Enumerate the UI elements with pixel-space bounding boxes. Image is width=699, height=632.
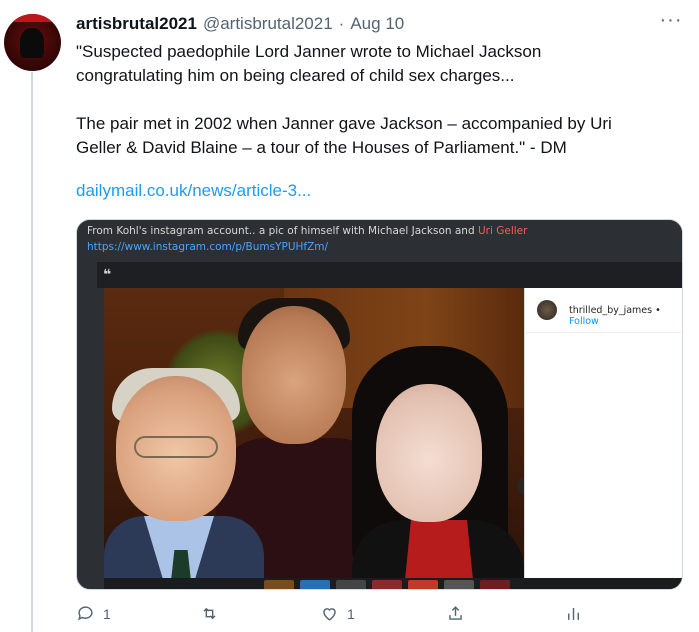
tweet-text-line: Geller & David Blaine – a tour of the Ho… bbox=[76, 138, 567, 157]
avatar-silhouette bbox=[20, 28, 44, 58]
instagram-header: thrilled_by_james • Follow bbox=[525, 288, 682, 333]
instagram-user: thrilled_by_james • Follow bbox=[569, 305, 682, 327]
thumbnail bbox=[480, 580, 510, 589]
thumbnail bbox=[408, 580, 438, 589]
group-photo: › bbox=[104, 288, 524, 578]
thumbnail-strip bbox=[104, 578, 682, 589]
like-count: 1 bbox=[347, 605, 355, 622]
instagram-follow: Follow bbox=[569, 316, 599, 327]
more-options-icon[interactable]: ··· bbox=[659, 10, 683, 34]
instagram-side-panel: thrilled_by_james • Follow bbox=[524, 288, 682, 578]
next-arrow-icon[interactable]: › bbox=[517, 477, 524, 495]
share-button[interactable] bbox=[446, 604, 465, 623]
tweet-text-line: congratulating him on being cleared of c… bbox=[76, 66, 515, 85]
author-avatar[interactable] bbox=[4, 14, 61, 71]
share-icon bbox=[449, 606, 462, 620]
caption-prefix: From Kohl's instagram account.. a pic of… bbox=[87, 225, 478, 237]
thumbnail bbox=[264, 580, 294, 589]
caption-highlight: Uri Geller bbox=[477, 225, 528, 237]
person-middle-head bbox=[242, 306, 346, 444]
thread-line bbox=[31, 72, 33, 632]
instagram-separator: • bbox=[652, 305, 661, 316]
tweet-date[interactable]: Aug 10 bbox=[350, 14, 404, 34]
quote-strip: ❝ bbox=[97, 262, 682, 288]
instagram-avatar bbox=[537, 300, 557, 320]
article-link[interactable]: dailymail.co.uk/news/article-3... bbox=[76, 181, 311, 201]
reply-count: 1 bbox=[103, 605, 111, 622]
reply-button[interactable]: 1 bbox=[76, 604, 111, 623]
thumbnail bbox=[300, 580, 330, 589]
caption-text: From Kohl's instagram account.. a pic of… bbox=[87, 225, 527, 237]
author-name[interactable]: artisbrutal2021 bbox=[76, 14, 197, 34]
person-right-shirt bbox=[404, 520, 474, 578]
instagram-username: thrilled_by_james bbox=[569, 305, 653, 316]
tweet-actions: 1 1 bbox=[76, 604, 596, 624]
reply-icon bbox=[78, 606, 93, 621]
tweet-media-image[interactable]: From Kohl's instagram account.. a pic of… bbox=[76, 219, 683, 590]
tweet-text-spacer bbox=[76, 88, 676, 112]
person-left-glasses bbox=[134, 436, 218, 458]
tweet-text-line: The pair met in 2002 when Janner gave Ja… bbox=[76, 114, 612, 133]
heart-icon bbox=[323, 608, 336, 621]
thumbnail bbox=[444, 580, 474, 589]
caption-url: https://www.instagram.com/p/BumsYPUHfZm/ bbox=[87, 241, 329, 253]
analytics-button[interactable] bbox=[564, 604, 583, 623]
tweet-text: "Suspected paedophile Lord Janner wrote … bbox=[76, 40, 676, 160]
retweet-button[interactable] bbox=[200, 604, 227, 623]
quote-icon: ❝ bbox=[103, 266, 112, 282]
retweet-icon bbox=[203, 607, 216, 620]
media-caption: From Kohl's instagram account.. a pic of… bbox=[77, 220, 682, 262]
header-separator: · bbox=[338, 14, 345, 33]
person-right-head bbox=[376, 384, 482, 522]
author-handle[interactable]: @artisbrutal2021 bbox=[203, 14, 333, 34]
like-button[interactable]: 1 bbox=[320, 604, 355, 623]
analytics-icon bbox=[568, 607, 579, 620]
tweet-header: artisbrutal2021 @artisbrutal2021 · Aug 1… bbox=[76, 14, 404, 36]
thumbnail bbox=[336, 580, 366, 589]
thumbnail bbox=[372, 580, 402, 589]
tweet-text-line: "Suspected paedophile Lord Janner wrote … bbox=[76, 42, 542, 61]
avatar-accent bbox=[4, 14, 61, 22]
